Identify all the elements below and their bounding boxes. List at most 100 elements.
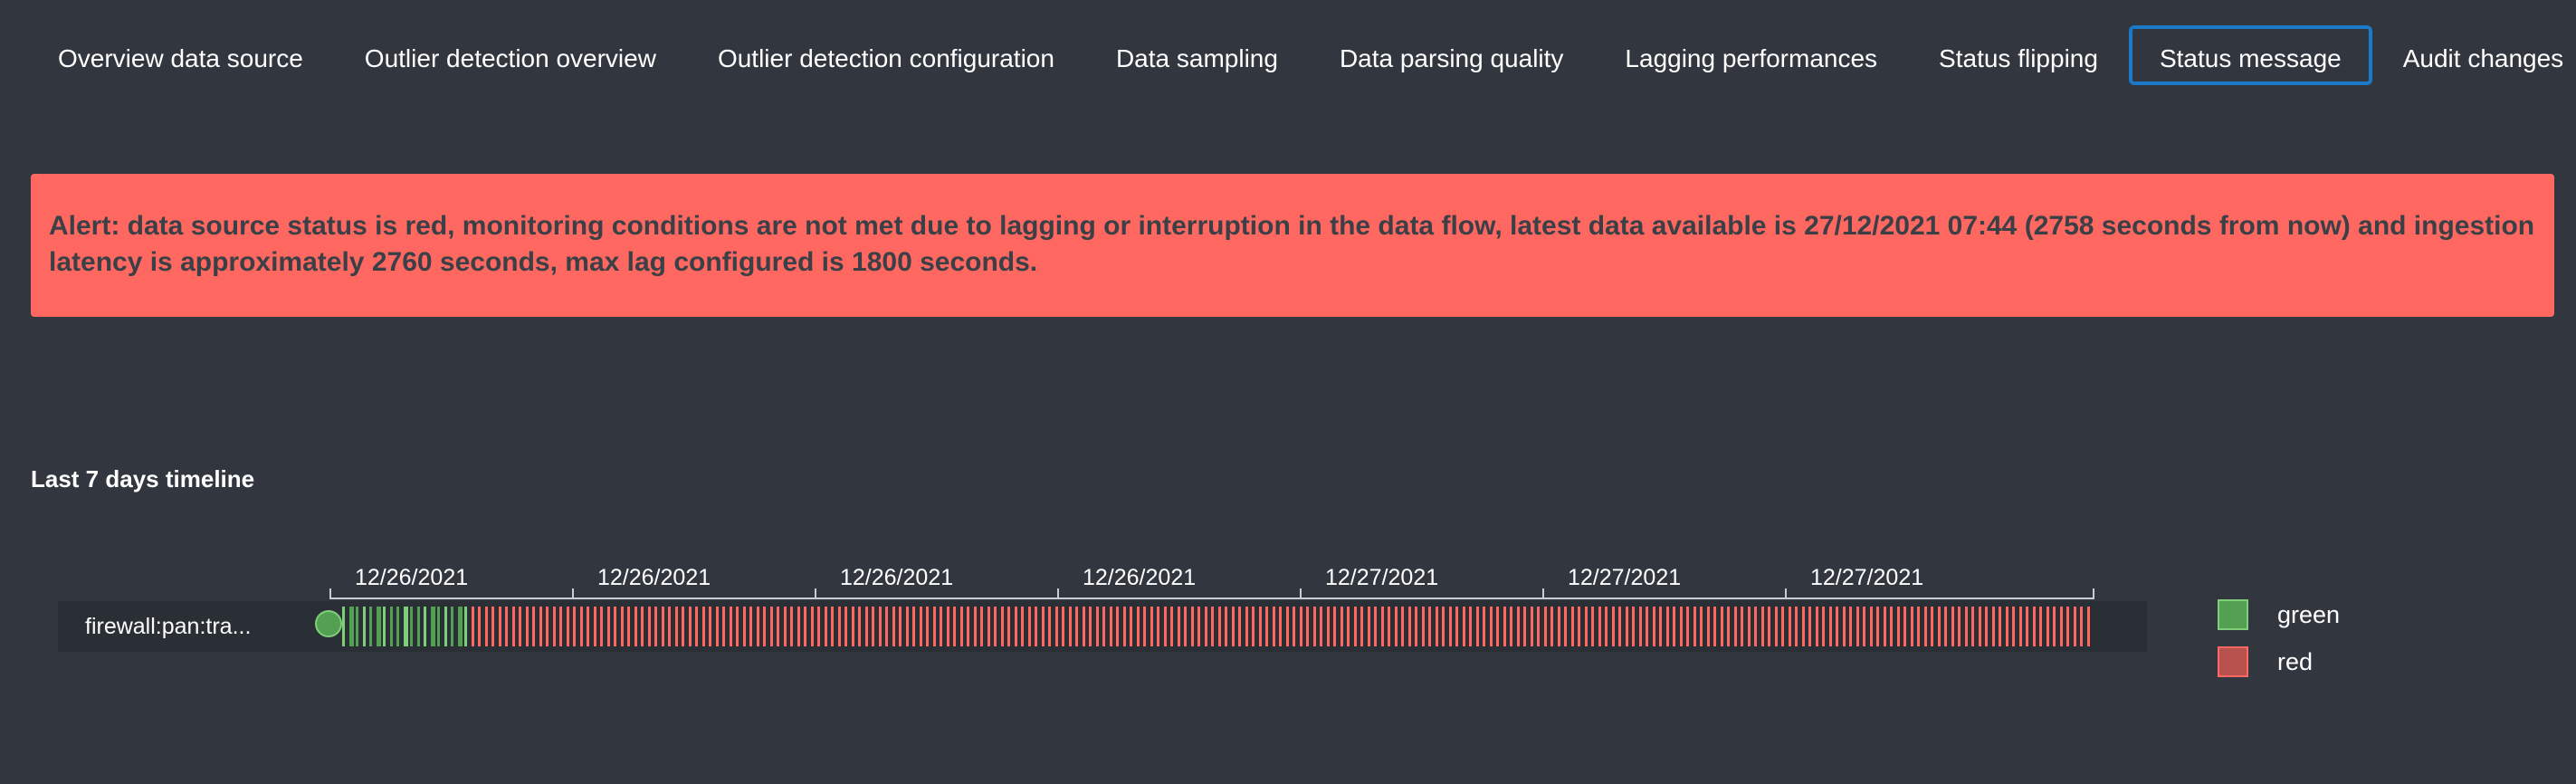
timeline-bar-red[interactable] xyxy=(1951,607,1954,646)
timeline-bar-red[interactable] xyxy=(1822,607,1825,646)
timeline-bar-red[interactable] xyxy=(579,607,583,646)
timeline-bar-red[interactable] xyxy=(1985,607,1988,646)
timeline-bar-red[interactable] xyxy=(1693,607,1696,646)
timeline-bar-red[interactable] xyxy=(729,607,732,646)
timeline-bar-red[interactable] xyxy=(1516,607,1520,646)
timeline-bar-red[interactable] xyxy=(1917,607,1920,646)
timeline-bar-red[interactable] xyxy=(1258,607,1262,646)
timeline-bar-red[interactable] xyxy=(994,607,997,646)
timeline-bar-red[interactable] xyxy=(844,607,847,646)
tab-status-message[interactable]: Status message xyxy=(2128,25,2372,85)
timeline-bar-red[interactable] xyxy=(1021,607,1024,646)
timeline-bar-red[interactable] xyxy=(471,607,474,646)
timeline-bar-red[interactable] xyxy=(1700,607,1703,646)
timeline-bar-red[interactable] xyxy=(1483,607,1485,646)
timeline-bar-red[interactable] xyxy=(641,607,644,646)
timeline-bar-red[interactable] xyxy=(1157,607,1159,646)
timeline-bar-red[interactable] xyxy=(783,607,787,646)
timeline-bar-red[interactable] xyxy=(593,607,596,646)
timeline-bar-red[interactable] xyxy=(899,607,902,646)
timeline-bar-red[interactable] xyxy=(587,607,589,646)
timeline-bar-green[interactable] xyxy=(444,607,447,646)
timeline-bar-red[interactable] xyxy=(1713,607,1716,646)
timeline-bar-red[interactable] xyxy=(1150,607,1153,646)
timeline-bar-red[interactable] xyxy=(1760,607,1764,646)
timeline-bar-green[interactable] xyxy=(464,607,467,646)
timeline-bar-red[interactable] xyxy=(1245,607,1248,646)
timeline-bar-red[interactable] xyxy=(661,607,664,646)
tab-overview-data-source[interactable]: Overview data source xyxy=(27,25,334,85)
timeline-bar-red[interactable] xyxy=(1856,607,1859,646)
timeline-bar-red[interactable] xyxy=(559,607,562,646)
timeline-bar-red[interactable] xyxy=(606,607,610,646)
timeline-bar-red[interactable] xyxy=(1890,607,1893,646)
timeline-bar-red[interactable] xyxy=(817,607,820,646)
timeline-bar-red[interactable] xyxy=(1564,607,1567,646)
timeline-bar-red[interactable] xyxy=(1312,607,1316,646)
timeline-bar-red[interactable] xyxy=(1374,607,1377,646)
timeline-bar-green[interactable] xyxy=(348,607,354,646)
timeline-bar-red[interactable] xyxy=(715,607,719,646)
timeline-bar-red[interactable] xyxy=(1523,607,1526,646)
timeline-bar-red[interactable] xyxy=(742,607,746,646)
timeline-bar-red[interactable] xyxy=(1625,607,1628,646)
timeline-start-marker[interactable] xyxy=(315,610,342,637)
timeline-bar-red[interactable] xyxy=(1163,607,1167,646)
timeline-bar-red[interactable] xyxy=(777,607,779,646)
timeline-bar-red[interactable] xyxy=(1469,607,1472,646)
timeline-bar-green[interactable] xyxy=(403,607,408,646)
timeline-bar-red[interactable] xyxy=(1347,607,1350,646)
timeline-bar-red[interactable] xyxy=(1652,607,1655,646)
timeline-bar-red[interactable] xyxy=(627,607,630,646)
timeline-bar-red[interactable] xyxy=(1679,607,1683,646)
timeline-bar-green[interactable] xyxy=(410,607,413,646)
timeline-bar-red[interactable] xyxy=(1048,607,1051,646)
timeline-bar-green[interactable] xyxy=(362,607,366,646)
timeline-bar-red[interactable] xyxy=(1659,607,1662,646)
timeline-bar-red[interactable] xyxy=(980,607,983,646)
timeline-bar-red[interactable] xyxy=(1136,607,1140,646)
timeline-bar-red[interactable] xyxy=(1815,607,1818,646)
timeline-bar-red[interactable] xyxy=(491,607,494,646)
timeline-bar-red[interactable] xyxy=(1747,607,1751,646)
timeline-bar-red[interactable] xyxy=(1733,607,1737,646)
timeline-bar-red[interactable] xyxy=(1455,607,1458,646)
timeline-bar-red[interactable] xyxy=(1089,607,1092,646)
timeline-bar-red[interactable] xyxy=(1584,607,1588,646)
timeline-bar-red[interactable] xyxy=(1435,607,1438,646)
timeline-bar-red[interactable] xyxy=(1489,607,1493,646)
timeline-bar-red[interactable] xyxy=(1130,607,1132,646)
timeline-bar-red[interactable] xyxy=(946,607,949,646)
timeline-bar-red[interactable] xyxy=(1062,607,1064,646)
timeline-bar-red[interactable] xyxy=(2073,607,2076,646)
timeline-bar-red[interactable] xyxy=(2018,607,2022,646)
timeline-bar-red[interactable] xyxy=(1632,607,1635,646)
timeline-bar-red[interactable] xyxy=(1367,607,1370,646)
timeline-bar-red[interactable] xyxy=(600,607,603,646)
timeline-bar-red[interactable] xyxy=(1000,607,1004,646)
timeline-bar-red[interactable] xyxy=(2059,607,2063,646)
timeline-bar-red[interactable] xyxy=(674,607,678,646)
timeline-bar-red[interactable] xyxy=(1828,607,1832,646)
timeline-bar-red[interactable] xyxy=(1937,607,1941,646)
timeline-bar-red[interactable] xyxy=(2086,607,2090,646)
timeline-bar-red[interactable] xyxy=(1082,607,1085,646)
timeline-bar-red[interactable] xyxy=(1931,607,1933,646)
timeline-bar-red[interactable] xyxy=(478,607,481,646)
timeline-bar-red[interactable] xyxy=(1285,607,1289,646)
timeline-bar-red[interactable] xyxy=(1537,607,1540,646)
timeline-bar-red[interactable] xyxy=(1673,607,1675,646)
timeline-bar-red[interactable] xyxy=(1646,607,1648,646)
timeline-bar-red[interactable] xyxy=(668,607,671,646)
timeline-bar-red[interactable] xyxy=(2032,607,2036,646)
timeline-bar-red[interactable] xyxy=(505,607,508,646)
timeline-bar-red[interactable] xyxy=(1781,607,1784,646)
timeline-bar-red[interactable] xyxy=(851,607,854,646)
tab-outlier-detection-configuration[interactable]: Outlier detection configuration xyxy=(687,25,1085,85)
timeline-bar-red[interactable] xyxy=(1225,607,1227,646)
timeline-bar-red[interactable] xyxy=(634,607,637,646)
timeline-bar-red[interactable] xyxy=(1333,607,1336,646)
timeline-bar-red[interactable] xyxy=(1999,607,2001,646)
timeline-bar-red[interactable] xyxy=(1421,607,1425,646)
timeline-bar-red[interactable] xyxy=(1272,607,1275,646)
